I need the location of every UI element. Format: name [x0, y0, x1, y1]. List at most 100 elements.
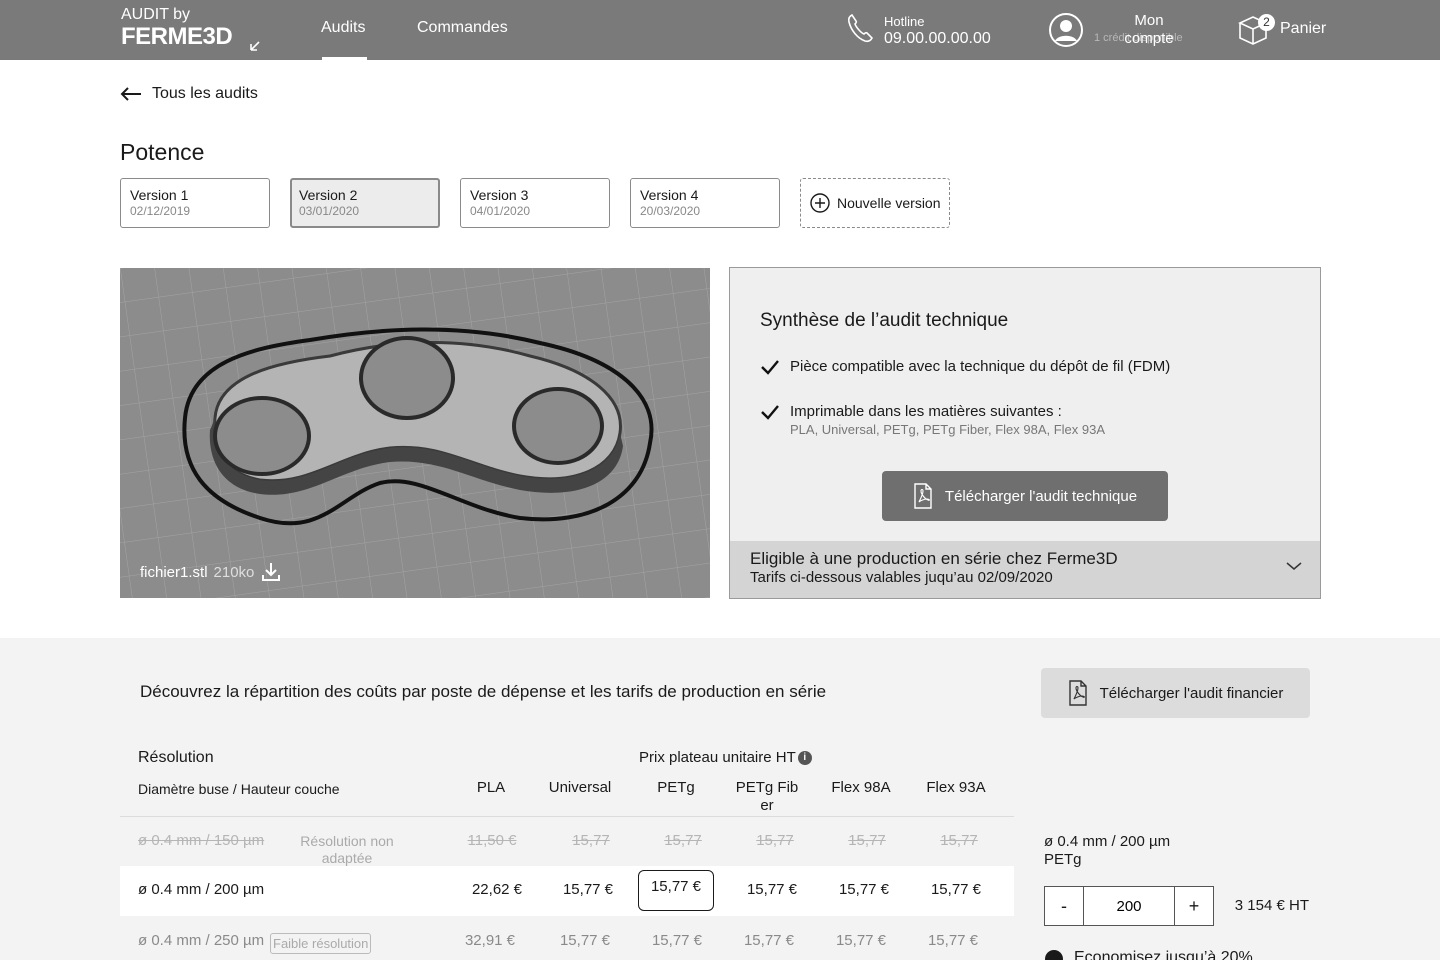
file-info[interactable]: fichier1.stl 210ko: [140, 561, 282, 583]
nav-tab-commandes[interactable]: Commandes: [417, 19, 508, 37]
phone-icon: [847, 13, 873, 43]
version-tab-1[interactable]: Version 1 02/12/2019: [120, 178, 270, 228]
order-total: 3 154 € HT: [1234, 897, 1309, 914]
back-to-audits-link[interactable]: Tous les audits: [120, 85, 258, 103]
selected-resolution: ø 0.4 mm / 200 µm: [1044, 833, 1171, 850]
selected-config: ø 0.4 mm / 200 µm PETg: [1044, 833, 1170, 869]
download-financial-audit-button[interactable]: Télécharger l'audit financier: [1041, 668, 1310, 718]
info-icon[interactable]: i: [797, 750, 812, 765]
price-cell[interactable]: 15,77 €: [829, 881, 899, 899]
check-text: Pièce compatible avec la technique du dé…: [790, 358, 1171, 375]
price-header: Prix plateau unitaire HT i: [639, 749, 812, 766]
savings-label: Economisez jusqu’à 20%: [1074, 949, 1253, 960]
cart[interactable]: 2 Panier: [1236, 13, 1326, 52]
file-size: 210ko: [213, 563, 255, 581]
nozzle-layer-header: Diamètre buse / Hauteur couche: [138, 781, 340, 797]
logo-brand: FERME3D: [121, 23, 233, 50]
price-cell: 15,77: [848, 832, 886, 849]
price-cell: 11,50 €: [467, 832, 517, 849]
materials-list: PLA, Universal, PETg, PETg Fiber, Flex 9…: [790, 422, 1106, 437]
chevron-down-icon: [1286, 562, 1302, 570]
price-header-label: Prix plateau unitaire HT: [639, 749, 796, 766]
download-icon[interactable]: [260, 561, 282, 583]
plus-circle-icon: [810, 193, 830, 213]
page-title: Potence: [120, 139, 205, 165]
model-preview[interactable]: fichier1.stl 210ko: [120, 268, 710, 598]
price-cell[interactable]: 15,77 €: [923, 932, 983, 950]
version-date: 20/03/2020: [640, 204, 701, 218]
download-technical-label: Télécharger l'audit technique: [944, 487, 1138, 505]
new-version-label: Nouvelle version: [837, 195, 941, 211]
column-header-pla: PLA: [476, 779, 506, 796]
price-cell[interactable]: 32,91 €: [455, 932, 525, 950]
version-tab-3[interactable]: Version 3 04/01/2020: [460, 178, 610, 228]
price-cell[interactable]: 15,77 €: [553, 881, 623, 899]
file-name: fichier1.stl: [140, 563, 208, 581]
version-name: Version 1: [130, 187, 189, 203]
badge-icon: [1045, 950, 1063, 960]
version-date: 04/01/2020: [470, 204, 531, 218]
row-resolution: ø 0.4 mm / 200 µm: [138, 881, 265, 898]
price-cell: 15,77: [664, 832, 702, 849]
savings-info: Economisez jusqu’à 20%: [1044, 949, 1253, 960]
download-financial-label: Télécharger l'audit financier: [1099, 684, 1284, 702]
technical-audit-summary: Synthèse de l’audit technique Pièce comp…: [729, 267, 1321, 599]
price-cell: 15,77: [940, 832, 978, 849]
cart-label: Panier: [1280, 20, 1327, 37]
version-name: Version 2: [299, 187, 358, 203]
quantity-input[interactable]: [1083, 886, 1175, 926]
price-cell: 15,77: [756, 832, 794, 849]
account-label: Mon compte: [1124, 12, 1174, 47]
price-cell[interactable]: 22,62 €: [462, 881, 532, 899]
new-version-button[interactable]: Nouvelle version: [800, 178, 950, 228]
model-render: [120, 268, 710, 598]
user-avatar-icon: [1049, 13, 1083, 47]
version-tab-4[interactable]: Version 4 20/03/2020: [630, 178, 780, 228]
column-header-flex-93a: Flex 93A: [926, 779, 986, 796]
pdf-file-icon: [1068, 680, 1087, 706]
cart-count-badge: 2: [1258, 14, 1275, 31]
selected-material: PETg: [1044, 851, 1082, 868]
price-cell: 15,77: [572, 832, 610, 849]
download-technical-audit-button[interactable]: Télécharger l'audit technique: [882, 471, 1168, 521]
row-resolution: ø 0.4 mm / 250 µm: [138, 932, 265, 949]
logo-arrow-icon: [250, 41, 260, 51]
column-header-petg: PETg: [657, 779, 695, 796]
arrow-left-icon: [120, 87, 141, 101]
logo-audit-by: AUDIT by: [121, 6, 191, 23]
low-resolution-badge: Faible résolution: [270, 933, 372, 954]
quantity-decrement-button[interactable]: -: [1044, 886, 1084, 926]
table-row-150um: ø 0.4 mm / 150 µm Résolution non adaptée…: [120, 818, 1014, 868]
version-date: 02/12/2019: [130, 204, 191, 218]
price-cell[interactable]: 15,77 €: [739, 932, 799, 950]
version-name: Version 3: [470, 187, 529, 203]
quantity-increment-button[interactable]: +: [1174, 886, 1214, 926]
row-note: Résolution non adaptée: [300, 833, 394, 866]
price-cell[interactable]: 15,77 €: [921, 881, 991, 899]
check-materials: Imprimable dans les matières suivantes :…: [760, 403, 1105, 438]
cost-intro-text: Découvrez la répartition des coûts par p…: [140, 682, 827, 701]
hotline[interactable]: Hotline 09.00.00.00.00: [846, 12, 991, 49]
price-cell[interactable]: 15,77 €: [831, 932, 891, 950]
ferme3d-logo[interactable]: AUDIT by FERME3D: [121, 6, 260, 51]
resolution-header: Résolution: [138, 749, 214, 766]
version-date: 03/01/2020: [299, 204, 360, 218]
column-header-petg-fiber: PETg Fiber: [735, 779, 799, 814]
table-row-250um[interactable]: ø 0.4 mm / 250 µm Faible résolution 32,9…: [120, 918, 1014, 960]
version-name: Version 4: [640, 187, 699, 203]
price-cell[interactable]: 15,77 €: [555, 932, 615, 950]
eligibility-title: Eligible à une production en série chez …: [750, 549, 1118, 568]
price-cell-selected[interactable]: 15,77 €: [638, 870, 714, 911]
series-production-eligibility[interactable]: Eligible à une production en série chez …: [730, 541, 1320, 598]
check-fdm: Pièce compatible avec la technique du dé…: [760, 358, 1170, 376]
account-menu[interactable]: 1 crédit disponible Mon compte: [1048, 12, 1183, 53]
nav-tab-audits[interactable]: Audits: [321, 19, 368, 60]
pdf-file-icon: [914, 483, 932, 509]
hotline-number[interactable]: 09.00.00.00.00: [884, 30, 991, 48]
price-cell[interactable]: 15,77 €: [647, 932, 707, 950]
row-resolution: ø 0.4 mm / 150 µm: [138, 832, 265, 849]
version-tab-2[interactable]: Version 2 03/01/2020: [290, 178, 440, 228]
table-row-200um[interactable]: ø 0.4 mm / 200 µm 22,62 € 15,77 € 15,77 …: [120, 866, 1014, 916]
price-cell[interactable]: 15,77 €: [737, 881, 807, 899]
hotline-label: Hotline: [884, 14, 925, 29]
